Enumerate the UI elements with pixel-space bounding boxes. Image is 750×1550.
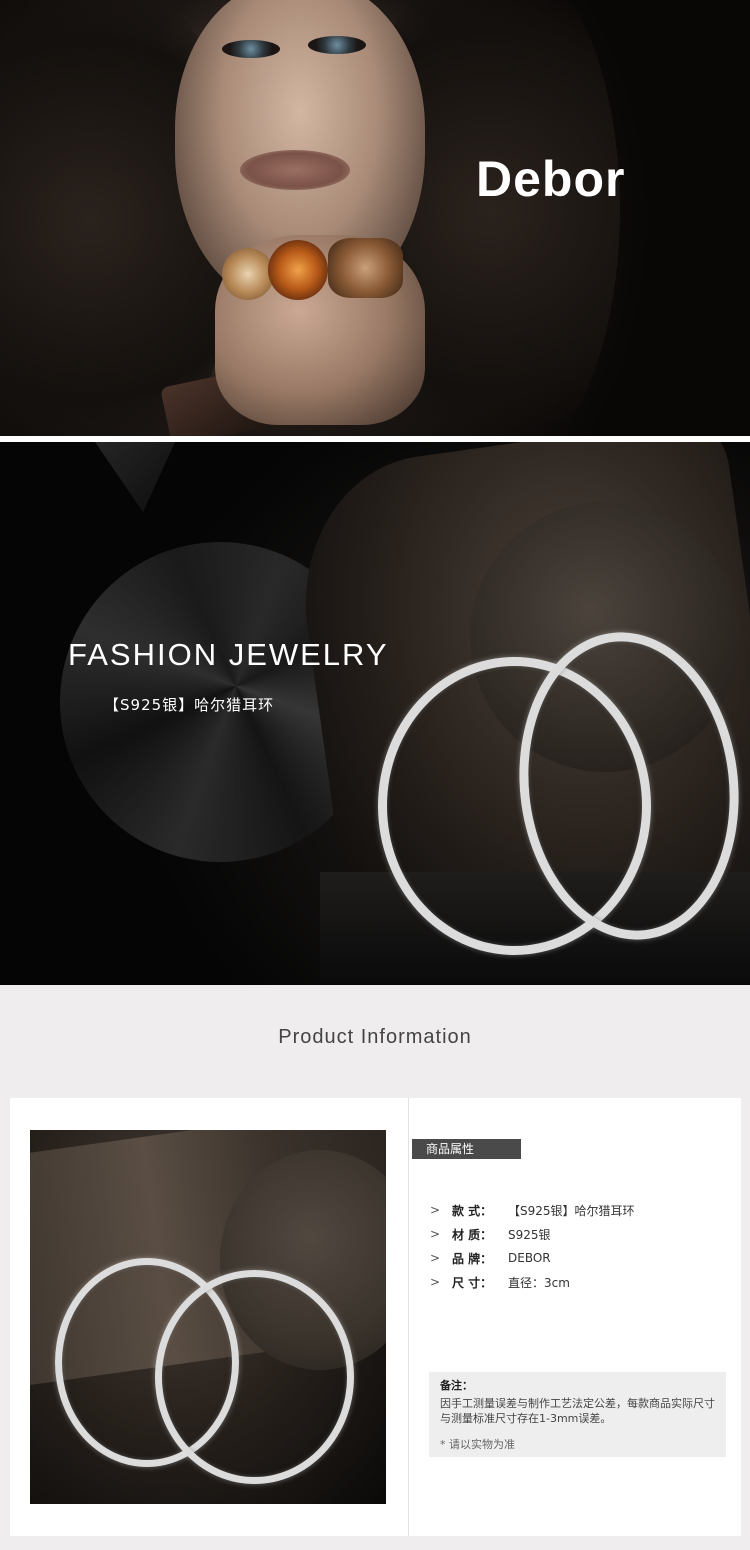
diamond-icon [95, 442, 175, 512]
remark-body: 因手工测量误差与制作工艺法定公差，每款商品实际尺寸与测量标准尺寸存在1-3mm误… [440, 1397, 715, 1425]
spec-item-material: > 材 质： S925银 [430, 1222, 635, 1246]
chevron-right-icon: > [430, 1275, 441, 1289]
attributes-tag: 商品属性 [412, 1139, 521, 1159]
hero-subheadline: 【S925银】哈尔猎耳环 [104, 696, 275, 714]
spec-value: S925银 [508, 1227, 551, 1242]
spec-list: > 款 式： 【S925银】哈尔猎耳环 > 材 质： S925银 > 品 牌： … [430, 1198, 635, 1294]
remark-title: 备注： [440, 1379, 473, 1392]
section-title: Product Information [278, 1026, 472, 1048]
ring-icon [268, 240, 328, 300]
product-detail-page: Debor FASHION JEWELRY 【S925银】哈尔猎耳环 Produ… [0, 0, 750, 1550]
brand-logo: Debor [476, 151, 626, 207]
model-eye-left [222, 40, 280, 58]
column-divider [408, 1098, 409, 1536]
product-info-card: 商品属性 > 款 式： 【S925银】哈尔猎耳环 > 材 质： S925银 > … [10, 1098, 741, 1536]
ring-icon [328, 238, 403, 298]
model-lips [240, 150, 350, 190]
model-eye-right [308, 36, 366, 54]
model-banner: Debor [0, 0, 750, 436]
spec-value: DEBOR [508, 1251, 551, 1265]
chevron-right-icon: > [430, 1251, 441, 1265]
remark-footnote: * 请以实物为准 [440, 1438, 515, 1451]
chevron-right-icon: > [430, 1203, 441, 1217]
spec-item-style: > 款 式： 【S925银】哈尔猎耳环 [430, 1198, 635, 1222]
chevron-right-icon: > [430, 1227, 441, 1241]
spec-value: 直径：3cm [508, 1275, 570, 1290]
spec-label: 材 质： [452, 1227, 493, 1242]
hero-headline: FASHION JEWELRY [68, 637, 389, 672]
spec-label: 尺 寸： [452, 1275, 493, 1290]
spec-value: 【S925银】哈尔猎耳环 [508, 1203, 635, 1218]
ring-icon [222, 248, 274, 300]
spec-label: 品 牌： [452, 1251, 493, 1266]
remark-box: 备注： 因手工测量误差与制作工艺法定公差，每款商品实际尺寸与测量标准尺寸存在1-… [429, 1372, 726, 1457]
spec-item-brand: > 品 牌： DEBOR [430, 1246, 635, 1270]
product-photo [30, 1130, 386, 1504]
hoop-earring-icon [155, 1270, 354, 1484]
hero-banner: FASHION JEWELRY 【S925银】哈尔猎耳环 [0, 442, 750, 985]
spec-label: 款 式： [452, 1203, 493, 1218]
spec-item-size: > 尺 寸： 直径：3cm [430, 1270, 635, 1294]
